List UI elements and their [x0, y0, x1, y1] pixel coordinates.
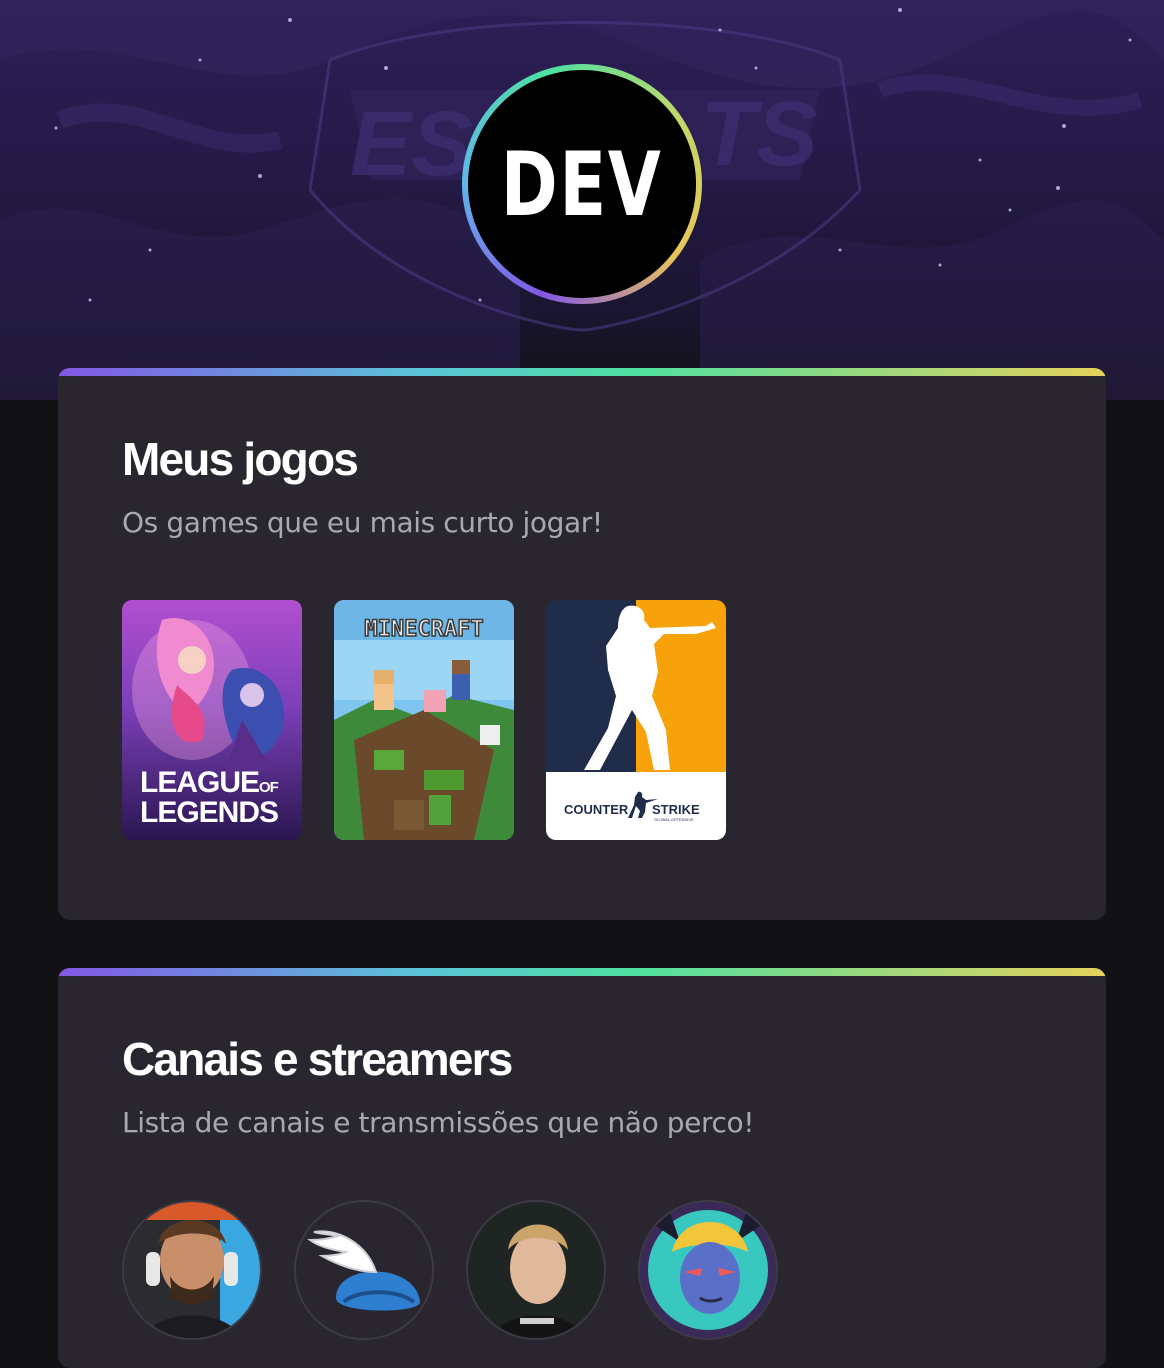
avatar-logo: DEV	[468, 70, 696, 298]
league-of-legends-cover: LEAGUEOF LEGENDS	[122, 600, 302, 840]
winged-helmet-icon	[296, 1202, 432, 1338]
lol-cover-legends: LEGENDS	[140, 796, 278, 829]
games-section: Meus jogos Os games que eu mais curto jo…	[58, 368, 1106, 920]
avatar-logo-text: DEV	[501, 132, 663, 236]
section-subtitle: Os games que eu mais curto jogar!	[122, 506, 603, 539]
lol-cover-league: LEAGUE	[140, 766, 259, 799]
svg-text:LEAGUEOF: LEAGUEOF	[140, 766, 279, 799]
gradient-top-border	[58, 368, 1106, 376]
cartoon-avatar-4-icon	[640, 1202, 776, 1338]
minecraft-cover: MINECRAFT	[334, 600, 514, 840]
section-title: Canais e streamers	[122, 1033, 513, 1085]
svg-text:ES: ES	[350, 93, 473, 195]
section-title: Meus jogos	[122, 433, 359, 485]
streamers-card-body: Canais e streamers Lista de canais e tra…	[58, 976, 1106, 1368]
section-subtitle: Lista de canais e transmissões que não p…	[122, 1106, 755, 1139]
streamer-avatar-1-icon	[124, 1202, 260, 1338]
streamers-section: Canais e streamers Lista de canais e tra…	[58, 968, 1106, 1368]
streamer-avatar-2[interactable]	[294, 1200, 434, 1340]
csgo-text-global-offensive: GLOBAL OFFENSIVE	[654, 817, 694, 822]
streamer-avatar-1[interactable]	[122, 1200, 262, 1340]
game-card-league-of-legends[interactable]: LEAGUEOF LEGENDS	[122, 600, 302, 840]
streamer-avatar-3[interactable]	[466, 1200, 606, 1340]
games-card-body: Meus jogos Os games que eu mais curto jo…	[58, 376, 1106, 920]
streamer-avatar-3-icon	[468, 1202, 604, 1338]
csgo-text-counter: COUNTER	[564, 802, 629, 817]
svg-text:TS: TS	[700, 83, 818, 185]
profile-avatar: DEV	[462, 64, 702, 304]
gradient-top-border	[58, 968, 1106, 976]
streamer-avatar-4[interactable]	[638, 1200, 778, 1340]
lol-cover-of: OF	[259, 779, 279, 796]
csgo-text-strike: STRIKE	[652, 802, 700, 817]
game-card-minecraft[interactable]: MINECRAFT	[334, 600, 514, 840]
counter-strike-cover: COUNTER STRIKE GLOBAL OFFENSIVE	[546, 600, 726, 840]
game-card-counter-strike[interactable]: COUNTER STRIKE GLOBAL OFFENSIVE	[546, 600, 726, 840]
minecraft-logo-text: MINECRAFT	[364, 617, 483, 642]
